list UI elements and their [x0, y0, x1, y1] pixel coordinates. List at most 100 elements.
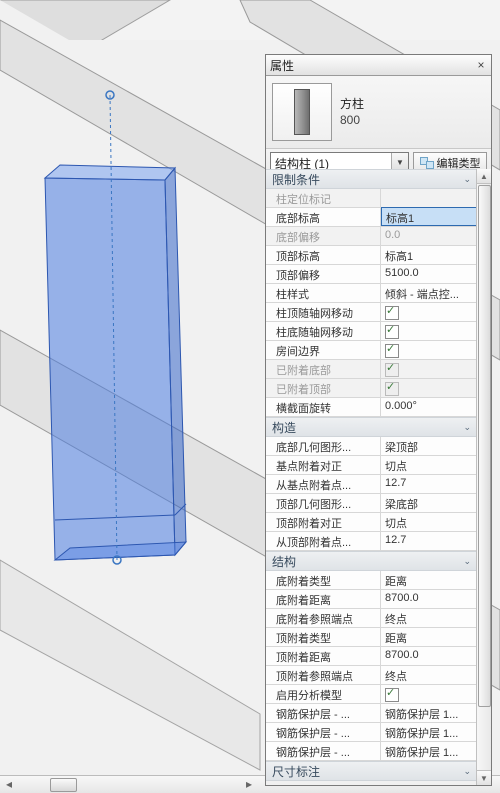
property-label: 从基点附着点...	[266, 475, 381, 493]
checkbox	[385, 363, 399, 377]
property-label: 房间边界	[266, 341, 381, 359]
scroll-right-arrow[interactable]: ▸	[240, 776, 258, 792]
property-row[interactable]: 底附着参照端点终点	[266, 609, 477, 628]
property-row[interactable]: 已附着顶部	[266, 379, 477, 398]
property-row[interactable]: 柱底随轴网移动	[266, 322, 477, 341]
property-value[interactable]: 5100.0	[381, 265, 477, 283]
property-label: 顶部几何图形...	[266, 494, 381, 512]
property-row[interactable]: 顶附着距离8700.0	[266, 647, 477, 666]
property-value[interactable]: 距离	[381, 628, 477, 646]
scroll-left-arrow[interactable]: ◂	[0, 776, 18, 792]
property-label: 钢筋保护层 - ...	[266, 704, 381, 722]
section-title: 尺寸标注	[272, 763, 320, 780]
property-value[interactable]: 梁顶部	[381, 437, 477, 455]
property-value[interactable]	[381, 341, 477, 359]
property-row[interactable]: 顶部偏移5100.0	[266, 265, 477, 284]
property-label: 底部几何图形...	[266, 437, 381, 455]
property-value[interactable]: 12.7	[381, 475, 477, 493]
property-row[interactable]: 底部标高标高1	[266, 208, 477, 227]
property-row[interactable]: 启用分析模型	[266, 685, 477, 704]
section-header[interactable]: 尺寸标注 ⌄	[266, 761, 477, 781]
vscroll-thumb[interactable]	[478, 185, 491, 707]
property-value[interactable]: 钢筋保护层 1...	[381, 742, 477, 760]
type-selector-header[interactable]: 方柱 800	[266, 76, 491, 149]
property-label: 从顶部附着点...	[266, 532, 381, 550]
property-row[interactable]: 顶部标高标高1	[266, 246, 477, 265]
property-value[interactable]: 0.000°	[381, 398, 477, 416]
property-row[interactable]: 顶附着类型距离	[266, 628, 477, 647]
property-label: 横截面旋转	[266, 398, 381, 416]
scroll-down-arrow[interactable]: ▼	[477, 770, 491, 785]
property-value[interactable]: 终点	[381, 609, 477, 627]
property-value[interactable]: 切点	[381, 513, 477, 531]
property-row[interactable]: 顶附着参照端点终点	[266, 666, 477, 685]
property-value[interactable]: 切点	[381, 456, 477, 474]
property-row[interactable]: 房间边界	[266, 341, 477, 360]
collapse-icon[interactable]: ⌄	[463, 422, 471, 433]
checkbox[interactable]	[385, 344, 399, 358]
property-value[interactable]: 8700.0	[381, 647, 477, 665]
property-value[interactable]: 标高1	[381, 207, 477, 226]
section-header[interactable]: 构造⌄	[266, 417, 477, 437]
property-row[interactable]: 横截面旋转0.000°	[266, 398, 477, 417]
section-title: 结构	[272, 553, 296, 570]
property-value[interactable]: 距离	[381, 571, 477, 589]
property-row[interactable]: 从基点附着点...12.7	[266, 475, 477, 494]
property-value: 0.0	[381, 227, 477, 245]
property-row[interactable]: 钢筋保护层 - ...钢筋保护层 1...	[266, 704, 477, 723]
property-value[interactable]: 梁底部	[381, 494, 477, 512]
checkbox[interactable]	[385, 688, 399, 702]
property-row[interactable]: 柱样式倾斜 - 端点控...	[266, 284, 477, 303]
property-label: 底部偏移	[266, 227, 381, 245]
property-label: 顶附着参照端点	[266, 666, 381, 684]
checkbox[interactable]	[385, 306, 399, 320]
property-value[interactable]: 钢筋保护层 1...	[381, 704, 477, 722]
property-row[interactable]: 顶部附着对正切点	[266, 513, 477, 532]
checkbox[interactable]	[385, 325, 399, 339]
property-value[interactable]: 12.7	[381, 532, 477, 550]
property-label: 顶部偏移	[266, 265, 381, 283]
property-label: 底附着参照端点	[266, 609, 381, 627]
collapse-icon[interactable]: ⌄	[463, 766, 471, 777]
selected-column[interactable]	[45, 165, 186, 560]
property-row[interactable]: 底附着类型距离	[266, 571, 477, 590]
properties-titlebar[interactable]: 属性 ×	[266, 55, 491, 76]
property-row[interactable]: 钢筋保护层 - ...钢筋保护层 1...	[266, 742, 477, 761]
property-label: 柱样式	[266, 284, 381, 302]
property-value[interactable]	[381, 303, 477, 321]
column-icon	[294, 89, 310, 135]
scroll-thumb[interactable]	[50, 778, 77, 792]
property-row[interactable]: 柱顶随轴网移动	[266, 303, 477, 322]
property-row[interactable]: 基点附着对正切点	[266, 456, 477, 475]
type-name: 800	[340, 112, 364, 128]
property-row[interactable]: 柱定位标记	[266, 189, 477, 208]
property-value[interactable]	[381, 322, 477, 340]
property-value[interactable]	[381, 685, 477, 703]
property-label: 钢筋保护层 - ...	[266, 723, 381, 741]
scroll-up-arrow[interactable]: ▲	[477, 169, 491, 184]
section-header[interactable]: 限制条件⌄	[266, 169, 477, 189]
collapse-icon[interactable]: ⌄	[463, 174, 471, 185]
property-value[interactable]: 倾斜 - 端点控...	[381, 284, 477, 302]
property-label: 已附着顶部	[266, 379, 381, 397]
property-value[interactable]: 钢筋保护层 1...	[381, 723, 477, 741]
property-row[interactable]: 已附着底部	[266, 360, 477, 379]
property-label: 基点附着对正	[266, 456, 381, 474]
property-label: 顶附着距离	[266, 647, 381, 665]
property-value[interactable]: 标高1	[381, 246, 477, 264]
section-header[interactable]: 结构 ⌄	[266, 551, 477, 571]
property-row[interactable]: 顶部几何图形...梁底部	[266, 494, 477, 513]
type-thumbnail	[272, 83, 332, 141]
checkbox	[385, 382, 399, 396]
property-row[interactable]: 底部几何图形...梁顶部	[266, 437, 477, 456]
property-row[interactable]: 钢筋保护层 - ...钢筋保护层 1...	[266, 723, 477, 742]
close-icon[interactable]: ×	[473, 57, 489, 73]
properties-grid: 限制条件⌄柱定位标记底部标高标高1底部偏移0.0顶部标高标高1顶部偏移5100.…	[266, 169, 491, 785]
property-value[interactable]: 终点	[381, 666, 477, 684]
properties-vertical-scrollbar[interactable]: ▲ ▼	[476, 169, 491, 785]
property-value[interactable]: 8700.0	[381, 590, 477, 608]
property-row[interactable]: 底附着距离8700.0	[266, 590, 477, 609]
property-row[interactable]: 从顶部附着点...12.7	[266, 532, 477, 551]
collapse-icon[interactable]: ⌄	[463, 556, 471, 567]
property-row[interactable]: 底部偏移0.0	[266, 227, 477, 246]
